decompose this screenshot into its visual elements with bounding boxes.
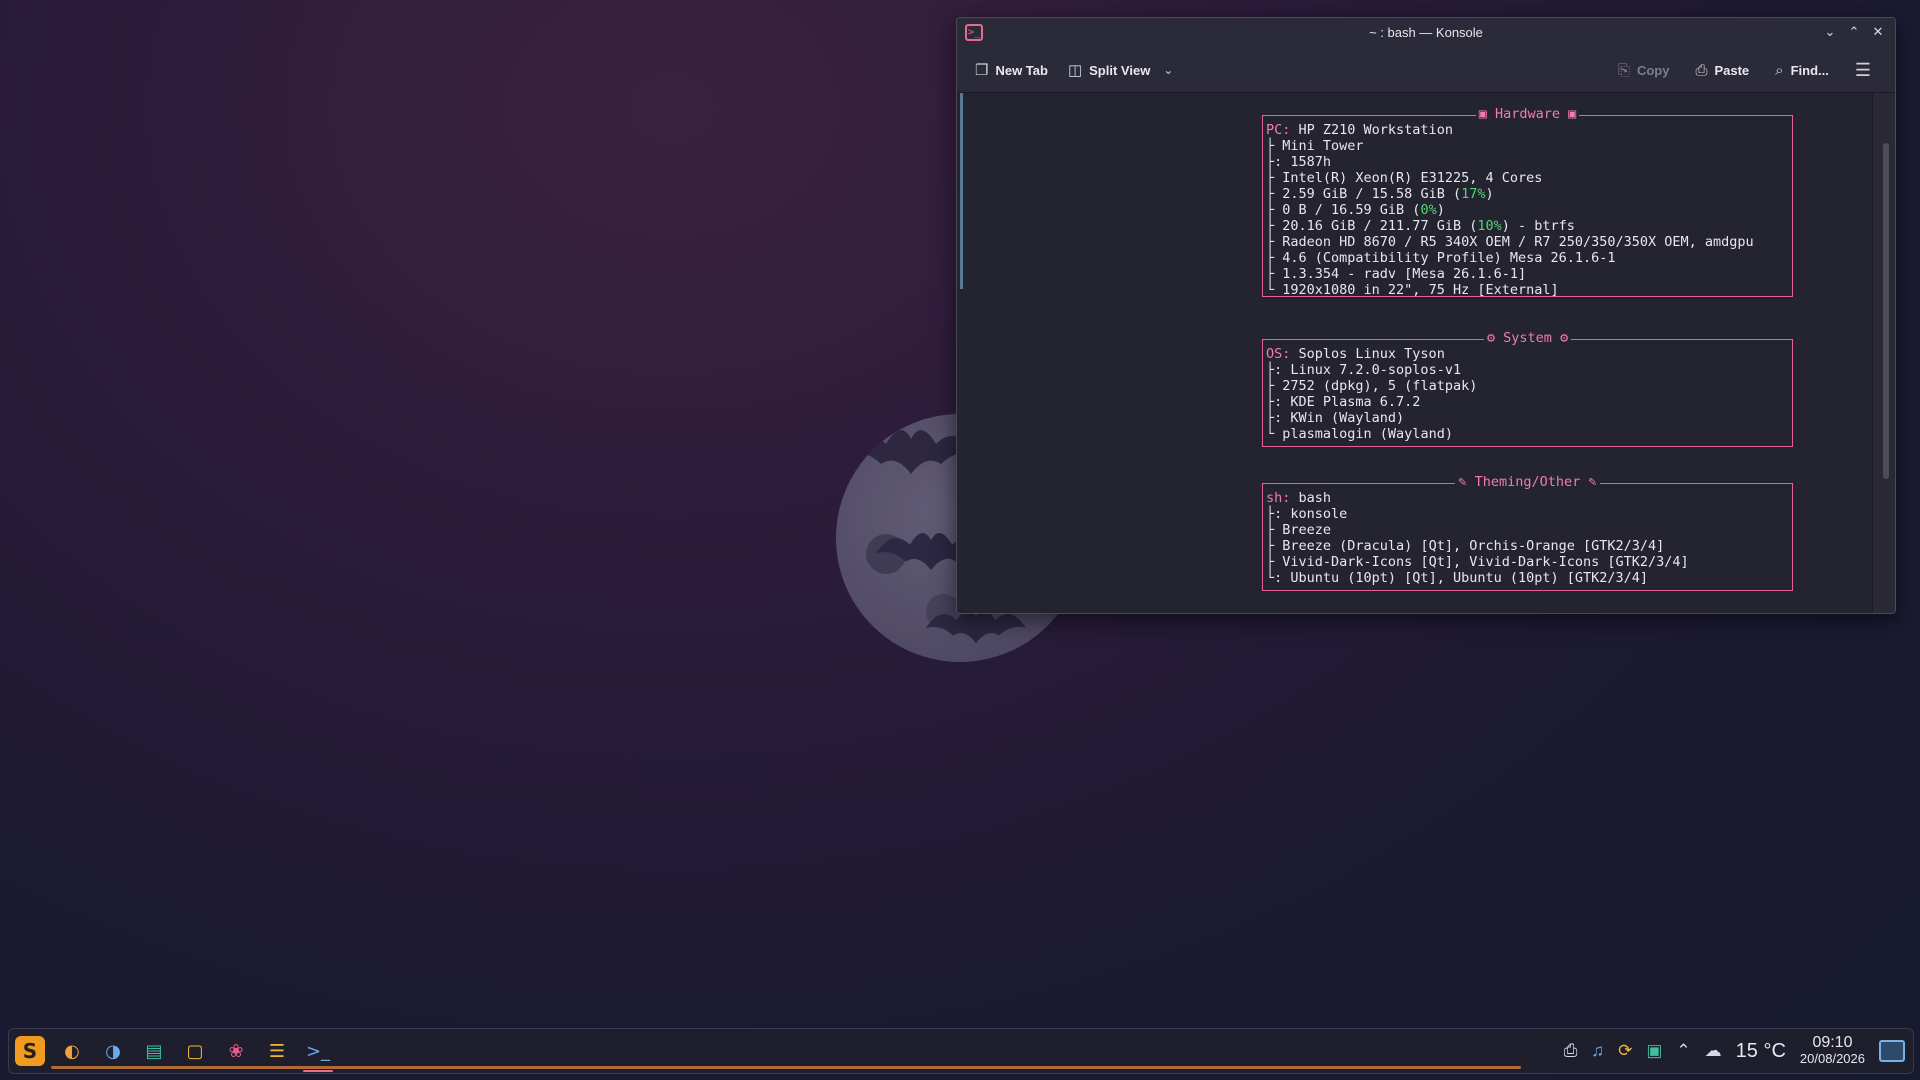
- toolbar: ❐ New Tab ◫ Split View ⌄ ⎘ Copy ⎙ Paste …: [957, 48, 1895, 93]
- discord-icon[interactable]: ▢: [181, 1037, 209, 1065]
- terminal-line: ├: 1587h: [1266, 154, 1332, 170]
- weather-temperature[interactable]: 15 °C: [1736, 1040, 1786, 1063]
- hamburger-menu-icon: ☰: [1854, 59, 1871, 80]
- terminal-line: ├: KWin (Wayland): [1266, 410, 1405, 426]
- terminal-line: ├ 2.59 GiB / 15.58 GiB (17%): [1266, 186, 1494, 202]
- konsole-window[interactable]: >_ ~ : bash — Konsole ⌄ ⌃ ✕ ❐ New Tab ◫ …: [956, 17, 1896, 614]
- clock-date: 20/08/2026: [1799, 1051, 1865, 1066]
- search-icon: ⌕: [1775, 61, 1784, 79]
- split-view-label: Split View: [1089, 62, 1151, 78]
- terminal-line: ├ Breeze: [1266, 522, 1332, 538]
- chip-icon: ▣: [1568, 106, 1577, 122]
- window-title: ~ : bash — Konsole: [1369, 25, 1483, 40]
- new-tab-icon: ❐: [975, 62, 989, 79]
- new-tab-button[interactable]: ❐ New Tab: [967, 57, 1056, 83]
- hamburger-menu-button[interactable]: ☰: [1847, 56, 1879, 85]
- taskbar-accent-line: [51, 1066, 1521, 1069]
- copy-icon: ⎘: [1617, 61, 1630, 79]
- paste-label: Paste: [1714, 62, 1750, 78]
- system-panel: ⚙ System ⚙ OS: Soplos Linux Tyson ├: Lin…: [1262, 330, 1793, 447]
- terminal-line: OS: Soplos Linux Tyson: [1266, 346, 1445, 362]
- active-indicator: [303, 1070, 333, 1072]
- hardware-panel: ▣ Hardware ▣ PC: HP Z210 Workstation ├ M…: [1262, 106, 1793, 298]
- brush-icon: ✎: [1588, 474, 1597, 490]
- volume-icon[interactable]: ♫: [1591, 1041, 1604, 1061]
- thunderbird-icon[interactable]: ◑: [99, 1037, 127, 1065]
- system-header: System: [1503, 330, 1552, 346]
- konsole-icon[interactable]: >_: [303, 1037, 333, 1072]
- scrollbar-thumb[interactable]: [1883, 143, 1889, 479]
- paste-icon: ⎙: [1695, 61, 1708, 79]
- new-tab-label: New Tab: [995, 62, 1048, 78]
- network-icon[interactable]: ▣: [1646, 1041, 1662, 1061]
- chevron-down-icon[interactable]: ⌄: [1163, 63, 1173, 77]
- terminal-line: ├ 2752 (dpkg), 5 (flatpak): [1266, 378, 1478, 394]
- updates-icon[interactable]: ⟳: [1618, 1041, 1632, 1061]
- terminal-line: ├ Radeon HD 8670 / R5 340X OEM / R7 250/…: [1266, 234, 1754, 250]
- theming-panel: ✎ Theming/Other ✎ sh: bash ├: konsole ├ …: [1262, 474, 1793, 591]
- split-view-icon: ◫: [1067, 62, 1083, 79]
- show-desktop-button[interactable]: [1879, 1040, 1905, 1062]
- terminal-line: ├ 1.3.354 - radv [Mesa 26.1.6-1]: [1266, 266, 1527, 282]
- terminal-line: ├ 20.16 GiB / 211.77 GiB (10%) - btrfs: [1266, 218, 1575, 234]
- terminal-line: ├ Vivid-Dark-Icons [Qt], Vivid-Dark-Icon…: [1266, 554, 1689, 570]
- title-bar[interactable]: >_ ~ : bash — Konsole ⌄ ⌃ ✕: [957, 18, 1895, 48]
- paste-button[interactable]: ⎙ Paste: [1687, 58, 1757, 83]
- terminal-line: └: Ubuntu (10pt) [Qt], Ubuntu (10pt) [GT…: [1266, 570, 1649, 586]
- chip-icon: ▣: [1478, 106, 1487, 122]
- find-button[interactable]: ⌕ Find...: [1767, 58, 1837, 83]
- terminal-line: ├ 0 B / 16.59 GiB (0%): [1266, 202, 1445, 218]
- gear-icon: ⚙: [1486, 330, 1495, 346]
- terminal-line: └ 1920x1080 in 22", 75 Hz [External]: [1266, 282, 1559, 298]
- chevron-up-icon[interactable]: ⌃: [1676, 1041, 1690, 1061]
- terminal-line: ├: Linux 7.2.0-soplos-v1: [1266, 362, 1462, 378]
- terminal-line: sh: bash: [1266, 490, 1332, 506]
- terminal-line: ├ Breeze (Dracula) [Qt], Orchis-Orange […: [1266, 538, 1665, 554]
- terminal-line: PC: HP Z210 Workstation: [1266, 122, 1453, 138]
- firefox-icon[interactable]: ◐: [58, 1037, 86, 1065]
- app-store-icon[interactable]: ❀: [222, 1037, 250, 1065]
- copy-button[interactable]: ⎘ Copy: [1610, 58, 1678, 83]
- copy-label: Copy: [1636, 62, 1670, 78]
- brush-icon: ✎: [1458, 474, 1467, 490]
- clipboard-icon[interactable]: ⎙: [1564, 1041, 1578, 1061]
- taskbar: S ◐ ◑ ▤ ▢ ❀ ☰ >_ ⎙ ♫ ⟳ ▣ ⌃ ☁ 15 °C 09:10…: [8, 1028, 1914, 1074]
- clock-time: 09:10: [1812, 1034, 1853, 1051]
- weather-icon[interactable]: ☁: [1705, 1041, 1722, 1061]
- terminal-line: ├: KDE Plasma 6.7.2: [1266, 394, 1421, 410]
- launcher-icon[interactable]: S: [15, 1036, 45, 1066]
- terminal-line: ├ 4.6 (Compatibility Profile) Mesa 26.1.…: [1266, 250, 1616, 266]
- terminal-line: ├ Mini Tower: [1266, 138, 1364, 154]
- terminal-view[interactable]: ▣ Hardware ▣ PC: HP Z210 Workstation ├ M…: [957, 93, 1895, 613]
- scrollbar[interactable]: [1872, 93, 1895, 613]
- find-label: Find...: [1790, 62, 1829, 78]
- close-icon[interactable]: ✕: [1869, 23, 1887, 41]
- gear-icon: ⚙: [1560, 330, 1569, 346]
- hardware-header: Hardware: [1494, 106, 1561, 122]
- split-view-button[interactable]: ◫ Split View ⌄: [1060, 57, 1181, 83]
- digital-clock[interactable]: 09:10 20/08/2026: [1800, 1035, 1865, 1067]
- minimize-icon[interactable]: ⌄: [1821, 23, 1839, 41]
- maximize-icon[interactable]: ⌃: [1845, 23, 1863, 41]
- terminal-line: ├: konsole: [1266, 506, 1348, 522]
- file-manager-icon[interactable]: ▤: [140, 1037, 168, 1065]
- theming-header: Theming/Other: [1474, 474, 1581, 490]
- terminal-line: └ plasmalogin (Wayland): [1266, 426, 1453, 442]
- terminal-line: ├ Intel(R) Xeon(R) E31225, 4 Cores: [1266, 170, 1543, 186]
- text-editor-icon[interactable]: ☰: [263, 1037, 291, 1065]
- terminal-split-indicator: [960, 93, 963, 289]
